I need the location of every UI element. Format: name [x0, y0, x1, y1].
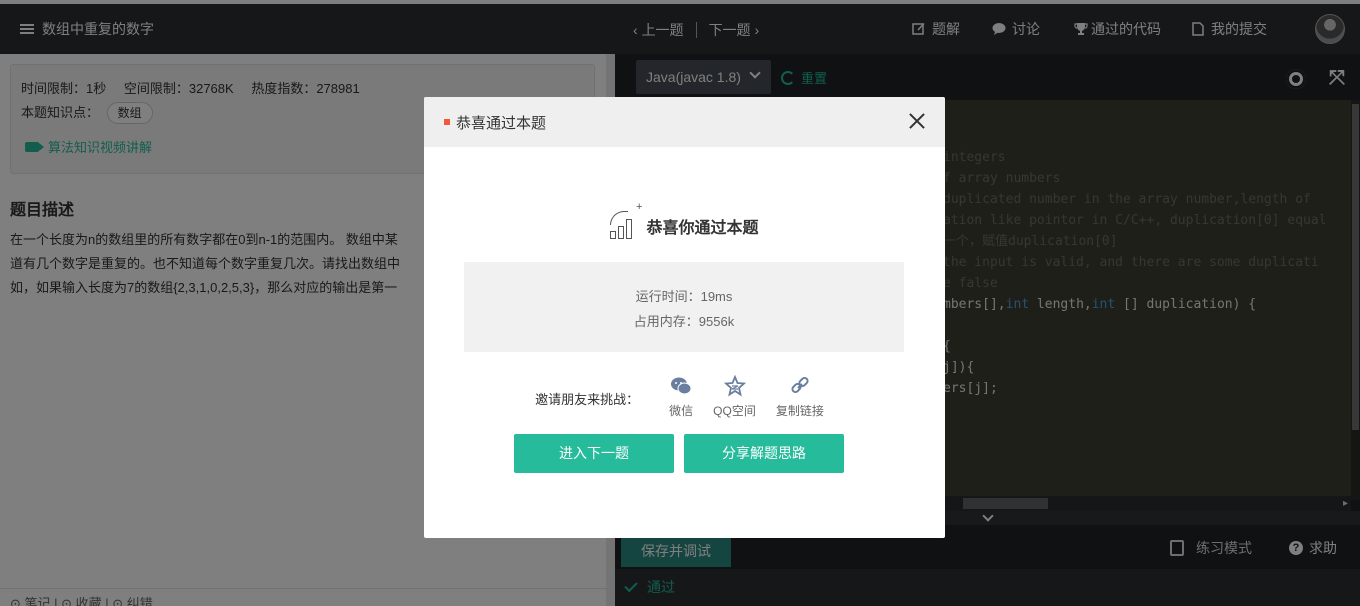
share-solution-button[interactable]: 分享解题思路 — [684, 434, 844, 473]
share-copy-link-label: 复制链接 — [775, 404, 824, 418]
memory-usage: 占用内存：9556k — [633, 314, 735, 329]
qzone-icon — [723, 375, 746, 397]
wechat-icon — [671, 377, 692, 395]
share-row: 邀请朋友来挑战： 微信 QQ空间 复制链接 — [424, 375, 945, 419]
share-label: 邀请朋友来挑战： — [535, 392, 640, 407]
congrats-heading: + 恭喜你通过本题 — [424, 201, 945, 239]
title-marker — [444, 119, 450, 125]
modal-header: 恭喜通过本题 — [424, 97, 945, 147]
modal-title: 恭喜通过本题 — [456, 114, 547, 132]
growth-chart-icon: + — [610, 201, 642, 239]
close-icon[interactable] — [909, 113, 925, 129]
share-copy-link[interactable]: 复制链接 — [776, 375, 824, 419]
modal-actions: 进入下一题 分享解题思路 — [514, 434, 854, 473]
share-qzone-label: QQ空间 — [713, 404, 756, 418]
result-stats: 运行时间：19ms 占用内存：9556k — [464, 262, 904, 352]
share-wechat-label: 微信 — [669, 404, 694, 418]
runtime: 运行时间：19ms — [635, 289, 733, 304]
share-wechat[interactable]: 微信 — [669, 375, 693, 419]
congrats-text: 恭喜你通过本题 — [646, 220, 759, 237]
next-problem-button[interactable]: 进入下一题 — [514, 434, 674, 473]
link-icon — [791, 376, 809, 394]
success-modal: 恭喜通过本题 + 恭喜你通过本题 运行时间：19ms 占用内存：9556k 邀请… — [424, 97, 945, 538]
share-qzone[interactable]: QQ空间 — [713, 375, 756, 419]
